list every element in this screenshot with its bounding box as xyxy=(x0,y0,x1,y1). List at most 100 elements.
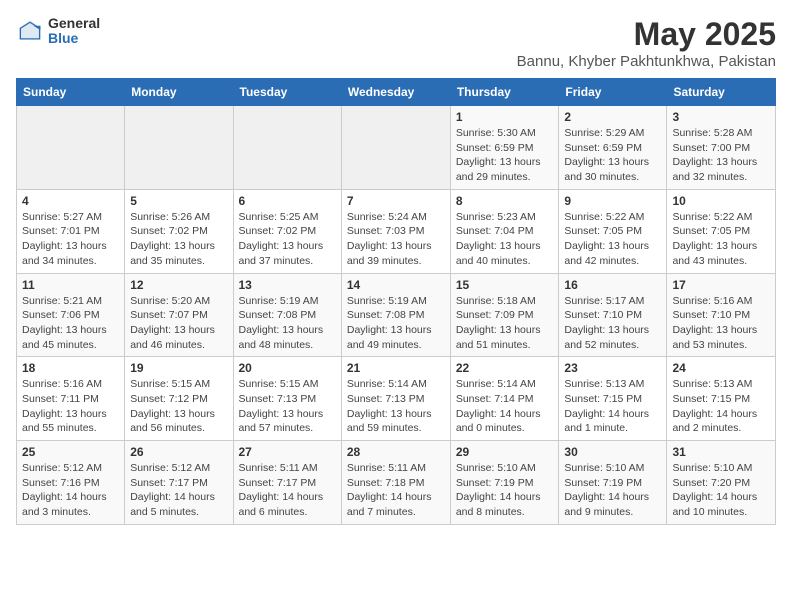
day-info: Sunrise: 5:14 AM Sunset: 7:14 PM Dayligh… xyxy=(456,377,554,436)
logo: General Blue xyxy=(16,16,100,47)
calendar-subtitle: Bannu, Khyber Pakhtunkhwa, Pakistan xyxy=(517,53,776,70)
calendar-cell: 4 Sunrise: 5:27 AM Sunset: 7:01 PM Daylig… xyxy=(17,189,125,273)
calendar-cell: 8 Sunrise: 5:23 AM Sunset: 7:04 PM Daylig… xyxy=(450,189,559,273)
calendar-cell: 2 Sunrise: 5:29 AM Sunset: 6:59 PM Daylig… xyxy=(559,106,667,190)
calendar-cell: 27Sunrise: 5:11 AM Sunset: 7:17 PM Dayli… xyxy=(233,441,341,525)
header-day-friday: Friday xyxy=(559,79,667,106)
calendar-cell: 29Sunrise: 5:10 AM Sunset: 7:19 PM Dayli… xyxy=(450,441,559,525)
day-number: 7 xyxy=(347,194,445,208)
day-number: 19 xyxy=(130,361,227,375)
header-day-saturday: Saturday xyxy=(667,79,776,106)
day-number: 11 xyxy=(22,278,119,292)
day-number: 8 xyxy=(456,194,554,208)
logo-text: General Blue xyxy=(48,16,100,47)
calendar-cell: 1 Sunrise: 5:30 AM Sunset: 6:59 PM Daylig… xyxy=(450,106,559,190)
day-number: 24 xyxy=(672,361,770,375)
calendar-cell: 20Sunrise: 5:15 AM Sunset: 7:13 PM Dayli… xyxy=(233,357,341,441)
calendar-cell: 11 Sunrise: 5:21 AM Sunset: 7:06 PM Dayli… xyxy=(17,273,125,357)
header-day-sunday: Sunday xyxy=(17,79,125,106)
week-row-4: 25Sunrise: 5:12 AM Sunset: 7:16 PM Dayli… xyxy=(17,441,776,525)
day-number: 23 xyxy=(564,361,661,375)
day-info: Sunrise: 5:18 AM Sunset: 7:09 PM Dayligh… xyxy=(456,294,554,353)
day-info: Sunrise: 5:12 AM Sunset: 7:17 PM Dayligh… xyxy=(130,461,227,520)
day-info: Sunrise: 5:10 AM Sunset: 7:19 PM Dayligh… xyxy=(564,461,661,520)
calendar-cell: 10Sunrise: 5:22 AM Sunset: 7:05 PM Dayli… xyxy=(667,189,776,273)
day-info: Sunrise: 5:23 AM Sunset: 7:04 PM Dayligh… xyxy=(456,210,554,269)
day-number: 28 xyxy=(347,445,445,459)
day-number: 9 xyxy=(564,194,661,208)
day-info: Sunrise: 5:11 AM Sunset: 7:18 PM Dayligh… xyxy=(347,461,445,520)
week-row-0: 1 Sunrise: 5:30 AM Sunset: 6:59 PM Daylig… xyxy=(17,106,776,190)
header-day-wednesday: Wednesday xyxy=(341,79,450,106)
day-number: 3 xyxy=(672,110,770,124)
day-info: Sunrise: 5:30 AM Sunset: 6:59 PM Dayligh… xyxy=(456,126,554,185)
day-info: Sunrise: 5:20 AM Sunset: 7:07 PM Dayligh… xyxy=(130,294,227,353)
day-number: 6 xyxy=(239,194,336,208)
calendar-cell: 19 Sunrise: 5:15 AM Sunset: 7:12 PM Dayli… xyxy=(125,357,233,441)
day-number: 1 xyxy=(456,110,554,124)
day-number: 22 xyxy=(456,361,554,375)
calendar-cell: 6 Sunrise: 5:25 AM Sunset: 7:02 PM Daylig… xyxy=(233,189,341,273)
day-number: 15 xyxy=(456,278,554,292)
calendar-cell: 12 Sunrise: 5:20 AM Sunset: 7:07 PM Dayli… xyxy=(125,273,233,357)
logo-general-text: General xyxy=(48,16,100,31)
header-row: SundayMondayTuesdayWednesdayThursdayFrid… xyxy=(17,79,776,106)
day-number: 12 xyxy=(130,278,227,292)
calendar-cell: 21 Sunrise: 5:14 AM Sunset: 7:13 PM Dayli… xyxy=(341,357,450,441)
calendar-cell: 17 Sunrise: 5:16 AM Sunset: 7:10 PM Dayli… xyxy=(667,273,776,357)
calendar-cell: 26 Sunrise: 5:12 AM Sunset: 7:17 PM Dayli… xyxy=(125,441,233,525)
day-info: Sunrise: 5:19 AM Sunset: 7:08 PM Dayligh… xyxy=(347,294,445,353)
day-info: Sunrise: 5:16 AM Sunset: 7:11 PM Dayligh… xyxy=(22,377,119,436)
day-info: Sunrise: 5:21 AM Sunset: 7:06 PM Dayligh… xyxy=(22,294,119,353)
header-day-monday: Monday xyxy=(125,79,233,106)
calendar-cell: 9 Sunrise: 5:22 AM Sunset: 7:05 PM Daylig… xyxy=(559,189,667,273)
calendar-cell: 22 Sunrise: 5:14 AM Sunset: 7:14 PM Dayli… xyxy=(450,357,559,441)
week-row-3: 18 Sunrise: 5:16 AM Sunset: 7:11 PM Dayli… xyxy=(17,357,776,441)
day-info: Sunrise: 5:24 AM Sunset: 7:03 PM Dayligh… xyxy=(347,210,445,269)
day-info: Sunrise: 5:13 AM Sunset: 7:15 PM Dayligh… xyxy=(672,377,770,436)
calendar-title: May 2025 xyxy=(517,16,776,53)
day-info: Sunrise: 5:28 AM Sunset: 7:00 PM Dayligh… xyxy=(672,126,770,185)
day-number: 18 xyxy=(22,361,119,375)
calendar-cell: 13Sunrise: 5:19 AM Sunset: 7:08 PM Dayli… xyxy=(233,273,341,357)
day-number: 5 xyxy=(130,194,227,208)
day-info: Sunrise: 5:22 AM Sunset: 7:05 PM Dayligh… xyxy=(672,210,770,269)
day-number: 17 xyxy=(672,278,770,292)
day-number: 27 xyxy=(239,445,336,459)
calendar-table: SundayMondayTuesdayWednesdayThursdayFrid… xyxy=(16,78,776,525)
day-number: 30 xyxy=(564,445,661,459)
day-info: Sunrise: 5:13 AM Sunset: 7:15 PM Dayligh… xyxy=(564,377,661,436)
calendar-cell: 24 Sunrise: 5:13 AM Sunset: 7:15 PM Dayli… xyxy=(667,357,776,441)
day-number: 26 xyxy=(130,445,227,459)
calendar-cell: 23 Sunrise: 5:13 AM Sunset: 7:15 PM Dayli… xyxy=(559,357,667,441)
day-info: Sunrise: 5:15 AM Sunset: 7:13 PM Dayligh… xyxy=(239,377,336,436)
day-info: Sunrise: 5:22 AM Sunset: 7:05 PM Dayligh… xyxy=(564,210,661,269)
calendar-cell xyxy=(341,106,450,190)
day-info: Sunrise: 5:25 AM Sunset: 7:02 PM Dayligh… xyxy=(239,210,336,269)
header-day-tuesday: Tuesday xyxy=(233,79,341,106)
calendar-cell: 5Sunrise: 5:26 AM Sunset: 7:02 PM Daylig… xyxy=(125,189,233,273)
day-number: 2 xyxy=(564,110,661,124)
day-info: Sunrise: 5:10 AM Sunset: 7:19 PM Dayligh… xyxy=(456,461,554,520)
day-number: 25 xyxy=(22,445,119,459)
week-row-1: 4 Sunrise: 5:27 AM Sunset: 7:01 PM Daylig… xyxy=(17,189,776,273)
calendar-body: 1 Sunrise: 5:30 AM Sunset: 6:59 PM Daylig… xyxy=(17,106,776,525)
day-info: Sunrise: 5:16 AM Sunset: 7:10 PM Dayligh… xyxy=(672,294,770,353)
logo-blue-text: Blue xyxy=(48,31,100,46)
title-block: May 2025 Bannu, Khyber Pakhtunkhwa, Paki… xyxy=(517,16,776,70)
day-info: Sunrise: 5:14 AM Sunset: 7:13 PM Dayligh… xyxy=(347,377,445,436)
day-number: 16 xyxy=(564,278,661,292)
header-day-thursday: Thursday xyxy=(450,79,559,106)
calendar-cell xyxy=(125,106,233,190)
day-info: Sunrise: 5:17 AM Sunset: 7:10 PM Dayligh… xyxy=(564,294,661,353)
calendar-cell: 28 Sunrise: 5:11 AM Sunset: 7:18 PM Dayli… xyxy=(341,441,450,525)
day-info: Sunrise: 5:15 AM Sunset: 7:12 PM Dayligh… xyxy=(130,377,227,436)
day-number: 4 xyxy=(22,194,119,208)
day-number: 13 xyxy=(239,278,336,292)
day-info: Sunrise: 5:27 AM Sunset: 7:01 PM Dayligh… xyxy=(22,210,119,269)
calendar-cell: 31Sunrise: 5:10 AM Sunset: 7:20 PM Dayli… xyxy=(667,441,776,525)
calendar-cell: 18 Sunrise: 5:16 AM Sunset: 7:11 PM Dayli… xyxy=(17,357,125,441)
day-info: Sunrise: 5:29 AM Sunset: 6:59 PM Dayligh… xyxy=(564,126,661,185)
calendar-cell xyxy=(17,106,125,190)
day-number: 21 xyxy=(347,361,445,375)
